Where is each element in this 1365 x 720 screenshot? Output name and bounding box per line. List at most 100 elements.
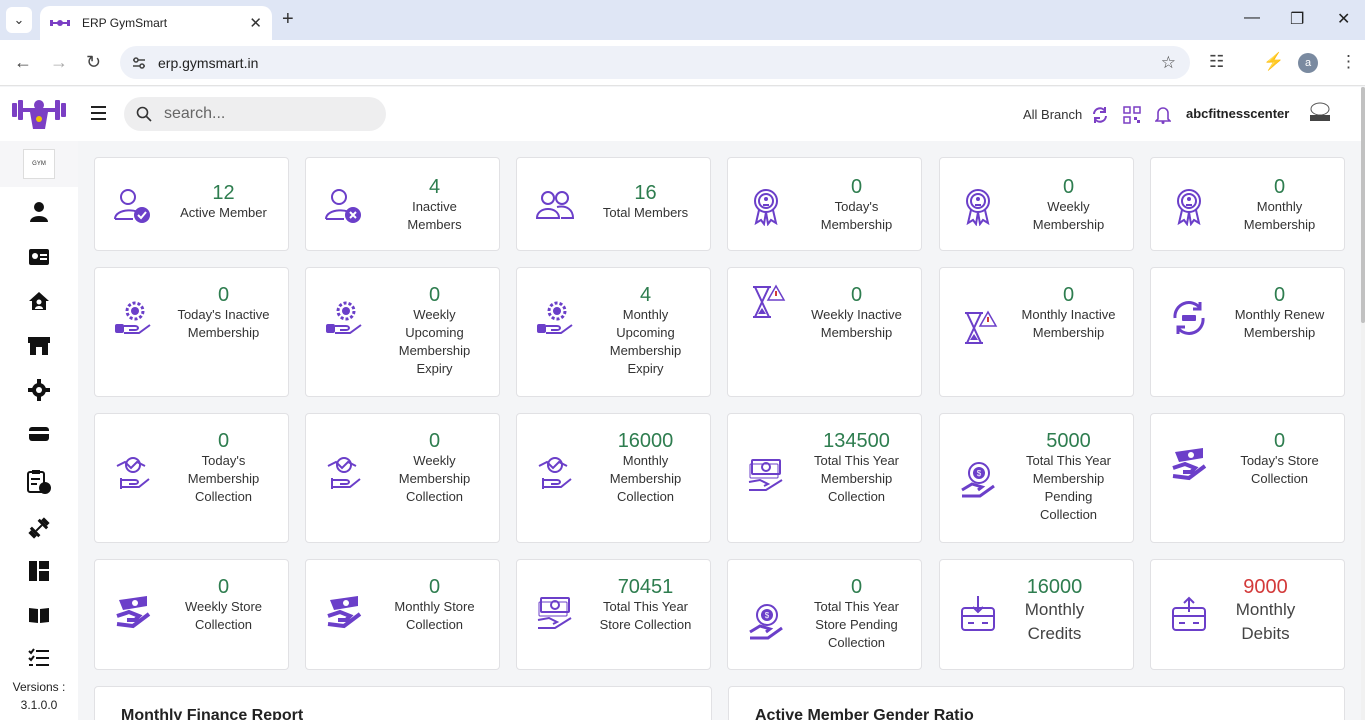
center-logo-row: GYM — [0, 141, 78, 187]
browser-menu-icon[interactable]: ⋮ — [1340, 52, 1357, 72]
book-icon[interactable] — [26, 602, 52, 628]
address-bar: ← → ↻ erp.gymsmart.in ☆ ☷ ⚡ a ⋮ — [0, 40, 1365, 86]
coin-hand-icon: $ — [746, 602, 786, 642]
tab-title: ERP GymSmart — [82, 16, 168, 30]
profile-logo-icon[interactable] — [1306, 101, 1334, 125]
stat-label: Today's Inactive Membership — [177, 307, 270, 340]
stat-value: 4 — [428, 176, 441, 198]
url-field[interactable]: erp.gymsmart.in ☆ — [120, 46, 1190, 79]
stat-label: Monthly Upcoming Membership Expiry — [609, 307, 682, 376]
stat-card[interactable]: 16000 Monthly Credits — [939, 559, 1134, 670]
stat-card[interactable]: 0 Today's Inactive Membership — [94, 267, 289, 397]
stat-label: Monthly Credits — [1024, 600, 1085, 643]
stat-card[interactable]: $5000 Total This Year Membership Pending … — [939, 413, 1134, 543]
task-list-icon[interactable] — [26, 645, 52, 671]
handshake-icon — [324, 454, 364, 494]
bookmark-star-icon[interactable]: ☆ — [1161, 53, 1176, 73]
clipboard-clock-icon[interactable] — [26, 469, 52, 495]
stat-card[interactable]: 12 Active Member — [94, 157, 289, 251]
stat-value: 4 — [639, 284, 652, 306]
profile-avatar[interactable]: a — [1298, 53, 1318, 73]
tab-search-button[interactable]: ⌄ — [6, 7, 32, 33]
stat-value: 0 — [217, 576, 230, 598]
stat-label: Monthly Membership — [1243, 199, 1316, 232]
store-icon[interactable] — [26, 333, 52, 359]
tab-close-icon[interactable]: ✕ — [249, 14, 262, 32]
gymsmart-logo-icon[interactable] — [10, 95, 68, 133]
forward-icon[interactable]: → — [50, 52, 68, 73]
stat-value: 0 — [217, 284, 230, 306]
stat-card[interactable]: 0 Monthly Membership — [1150, 157, 1345, 251]
svg-text:$: $ — [977, 469, 982, 478]
stat-card[interactable]: $0 Total This Year Store Pending Collecti… — [727, 559, 922, 670]
site-settings-icon[interactable] — [132, 56, 146, 70]
search-icon — [136, 106, 152, 122]
house-user-icon[interactable] — [26, 288, 52, 314]
stat-value: 70451 — [617, 576, 674, 598]
restore-icon[interactable]: ❐ — [1290, 9, 1304, 29]
stat-value: 9000 — [1243, 576, 1288, 598]
stat-card[interactable]: 0 Monthly Inactive Membership — [939, 267, 1134, 397]
stat-card[interactable]: 0 Weekly Store Collection — [94, 559, 289, 670]
scrollbar-thumb[interactable] — [1361, 87, 1365, 323]
stat-card[interactable]: 0 Today's Membership Collection — [94, 413, 289, 543]
back-icon[interactable]: ← — [14, 52, 32, 73]
stat-label: Monthly Renew Membership — [1234, 307, 1325, 340]
award-ribbon-icon — [746, 186, 786, 227]
extensions-icon[interactable]: ☷ — [1209, 52, 1224, 72]
username[interactable]: abcfitnesscenter — [1186, 106, 1289, 121]
dashboard-icon[interactable] — [26, 558, 52, 584]
stat-card[interactable]: 134500 Total This Year Membership Collect… — [727, 413, 922, 543]
browser-tab[interactable]: ERP GymSmart ✕ — [40, 6, 272, 40]
stat-card[interactable]: 4 Monthly Upcoming Membership Expiry — [516, 267, 711, 397]
stat-card[interactable]: 0 Weekly Inactive Membership — [727, 267, 922, 397]
cash-hand-icon — [535, 594, 575, 634]
stat-label: Active Member — [180, 205, 267, 220]
stat-value: 16000 — [617, 430, 674, 452]
stat-card[interactable]: 0 Weekly Membership Collection — [305, 413, 500, 543]
hand-gear-icon — [324, 298, 364, 338]
menu-toggle-icon[interactable] — [91, 106, 106, 120]
user-icon[interactable] — [26, 199, 52, 225]
stat-value: 0 — [850, 284, 863, 306]
performance-icon[interactable]: ⚡ — [1263, 52, 1284, 72]
reload-icon[interactable]: ↻ — [86, 52, 101, 73]
wallet-icon[interactable] — [26, 421, 52, 447]
settings-icon[interactable] — [26, 377, 52, 403]
stat-card[interactable]: 0 Weekly Upcoming Membership Expiry — [305, 267, 500, 397]
stat-card[interactable]: 0 Weekly Membership — [939, 157, 1134, 251]
handshake-icon — [113, 454, 153, 494]
window-close-icon[interactable]: ✕ — [1337, 9, 1350, 29]
minimize-icon[interactable]: — — [1244, 9, 1260, 27]
stat-label: Total This Year Membership Pending Colle… — [1025, 453, 1112, 522]
users-icon — [535, 186, 575, 226]
url-text: erp.gymsmart.in — [158, 54, 259, 71]
page-scrollbar[interactable] — [1361, 87, 1365, 720]
stat-card[interactable]: 0 Today's Store Collection — [1150, 413, 1345, 543]
credit-box-icon — [958, 594, 998, 634]
stat-card[interactable]: 0 Today's Membership — [727, 157, 922, 251]
center-logo-icon[interactable]: GYM — [23, 149, 55, 179]
dumbbell-icon[interactable] — [26, 515, 52, 541]
renew-icon — [1169, 298, 1209, 338]
stat-card[interactable]: 0 Monthly Store Collection — [305, 559, 500, 670]
search-input[interactable] — [164, 105, 364, 123]
qr-code-icon[interactable] — [1122, 105, 1142, 125]
stat-card[interactable]: 9000 Monthly Debits — [1150, 559, 1345, 670]
stat-value: 0 — [428, 284, 441, 306]
stat-card[interactable]: 70451 Total This Year Store Collection — [516, 559, 711, 670]
stat-value: 0 — [1062, 176, 1075, 198]
stat-card[interactable]: 16 Total Members — [516, 157, 711, 251]
notification-bell-icon[interactable] — [1153, 105, 1173, 125]
stat-card[interactable]: 4 Inactive Members — [305, 157, 500, 251]
branch-selector[interactable]: All Branch — [1023, 107, 1082, 122]
refresh-icon[interactable] — [1090, 105, 1110, 125]
hand-money-icon — [1169, 446, 1209, 486]
new-tab-icon[interactable]: + — [282, 8, 294, 31]
stat-card[interactable]: 0 Monthly Renew Membership — [1150, 267, 1345, 397]
stat-label: Monthly Store Collection — [394, 599, 475, 632]
search-box[interactable] — [124, 97, 386, 131]
stat-card[interactable]: 16000 Monthly Membership Collection — [516, 413, 711, 543]
stat-value: 0 — [850, 176, 863, 198]
id-card-icon[interactable] — [26, 244, 52, 270]
